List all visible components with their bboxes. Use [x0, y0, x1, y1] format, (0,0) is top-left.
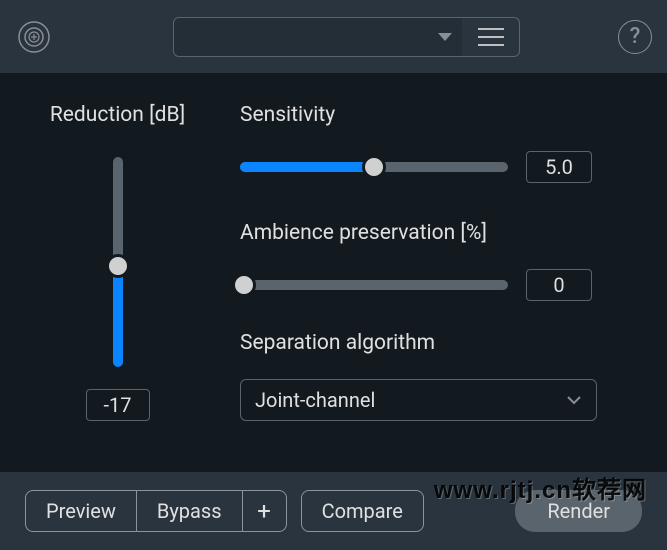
sensitivity-value[interactable]: 5.0 — [526, 151, 592, 183]
ambience-value[interactable]: 0 — [526, 269, 592, 301]
slider-thumb[interactable] — [106, 254, 130, 278]
slider-thumb[interactable] — [232, 273, 256, 297]
ambience-slider[interactable] — [240, 280, 508, 290]
render-button[interactable]: Render — [515, 490, 642, 532]
reduction-label: Reduction [dB] — [50, 103, 185, 127]
chevron-down-icon — [438, 33, 452, 41]
sensitivity-slider[interactable] — [240, 162, 508, 172]
reduction-slider[interactable] — [113, 157, 123, 367]
sensitivity-label: Sensitivity — [240, 103, 622, 127]
compare-button[interactable]: Compare — [301, 490, 424, 532]
algorithm-select[interactable]: Joint-channel — [240, 379, 597, 421]
chevron-down-icon — [566, 395, 582, 405]
help-button[interactable]: ? — [618, 20, 652, 54]
preset-dropdown[interactable] — [173, 17, 463, 57]
reduction-value[interactable]: -17 — [86, 389, 150, 421]
menu-button[interactable] — [462, 17, 520, 57]
bypass-button[interactable]: Bypass — [137, 490, 243, 532]
app-logo-icon — [15, 18, 53, 56]
algorithm-selected: Joint-channel — [255, 388, 375, 412]
ambience-label: Ambience preservation [%] — [240, 221, 622, 245]
add-button[interactable]: + — [243, 490, 287, 532]
slider-thumb[interactable] — [362, 155, 386, 179]
algorithm-label: Separation algorithm — [240, 331, 622, 355]
preview-button[interactable]: Preview — [25, 490, 137, 532]
hamburger-icon — [478, 28, 504, 30]
